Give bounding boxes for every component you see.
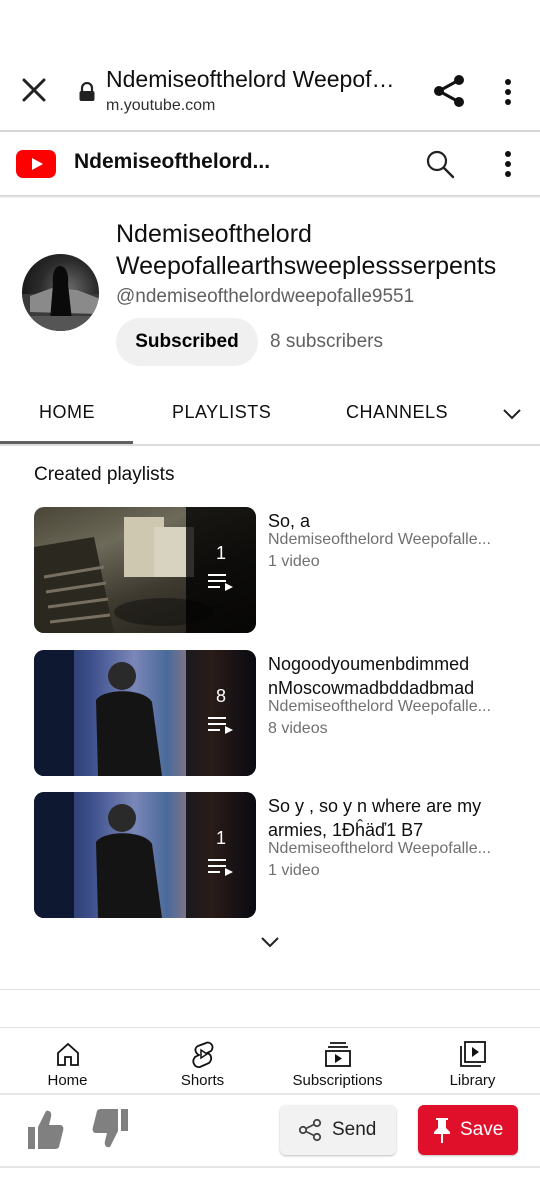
header-channel-title: Ndemiseofthelord... (74, 150, 271, 173)
playlist-count-overlay (186, 650, 256, 776)
playlist-thumbnail[interactable]: 1 (34, 792, 256, 918)
chevron-down-icon[interactable] (500, 402, 524, 426)
playlist-icon (208, 717, 233, 734)
save-button[interactable]: Save (418, 1105, 518, 1155)
playlist-title[interactable]: So y , so y n where are my armies, 1Ðĥäď… (268, 794, 508, 842)
avatar[interactable] (22, 254, 99, 331)
youtube-logo-icon[interactable] (16, 150, 56, 178)
subscriber-count: 8 subscribers (270, 331, 383, 352)
playlist-count-overlay (186, 792, 256, 918)
close-icon[interactable] (18, 74, 50, 106)
divider (0, 1166, 540, 1168)
avatar-image (22, 266, 99, 331)
more-vert-icon[interactable] (496, 148, 520, 180)
browser-toolbar: Ndemiseofthelord Weepofal... m.youtube.c… (0, 52, 540, 130)
playlist-channel: Ndemiseofthelord Weepofalle... (268, 840, 491, 857)
search-icon[interactable] (424, 148, 456, 180)
playlist-video-count: 1 (215, 828, 226, 848)
youtube-header: Ndemiseofthelord... (0, 132, 540, 196)
playlist-title[interactable]: Nogoodyoumenbdimmed nMoscowmadbddadbmad (268, 652, 508, 700)
playlist-item[interactable]: 1 So y , so y n where are my armies, 1Ðĥ… (34, 792, 514, 918)
playlist-item[interactable]: 8 Nogoodyoumenbdimmed nMoscowmadbddadbma… (34, 650, 514, 776)
playlist-thumbnail[interactable]: 8 (34, 650, 256, 776)
nav-home[interactable]: Home (0, 1028, 135, 1094)
shorts-icon (192, 1041, 214, 1068)
playlist-channel: Ndemiseofthelord Weepofalle... (268, 698, 491, 715)
nav-shorts[interactable]: Shorts (135, 1028, 270, 1094)
section-title: Created playlists (34, 464, 175, 485)
playlist-channel: Ndemiseofthelord Weepofalle... (268, 531, 491, 548)
pin-icon (434, 1118, 450, 1143)
nav-label: Home (47, 1072, 88, 1089)
share-icon (298, 1118, 322, 1142)
header-shadow (0, 195, 540, 198)
playlist-video-total: 1 video (268, 553, 320, 570)
playlist-video-count: 1 (215, 543, 226, 563)
playlist-video-count: 8 (215, 686, 226, 706)
thumbs-up-icon[interactable] (26, 1107, 64, 1151)
playlist-video-total: 8 videos (268, 720, 328, 737)
send-button[interactable]: Send (280, 1105, 396, 1155)
playlist-icon (208, 574, 233, 591)
playlist-video-total: 1 video (268, 862, 320, 879)
save-label: Save (460, 1119, 504, 1140)
channel-name: Ndemiseofthelord Weepofallearthsweepless… (116, 220, 497, 280)
page-title: Ndemiseofthelord Weepofal... (106, 66, 406, 92)
subscribed-button[interactable]: Subscribed (116, 318, 258, 366)
lock-icon (79, 82, 95, 101)
channel-handle: @ndemiseofthelordweepofalle9551 (116, 286, 415, 307)
share-icon[interactable] (430, 72, 468, 110)
nav-label: Library (449, 1072, 496, 1089)
tab-channels[interactable]: CHANNELS (346, 402, 448, 423)
nav-label: Subscriptions (292, 1072, 383, 1089)
divider (0, 444, 540, 446)
nav-library[interactable]: Library (405, 1028, 540, 1094)
playlist-title[interactable]: So, a (268, 509, 508, 533)
playlist-icon (208, 859, 233, 876)
subscriptions-icon (325, 1042, 351, 1067)
bottom-navigation: Home Shorts Subscriptions Library (0, 1027, 540, 1094)
chevron-down-icon[interactable] (258, 932, 282, 952)
channel-tabs: HOME PLAYLISTS CHANNELS (0, 384, 540, 444)
library-icon (460, 1041, 486, 1067)
divider (0, 989, 540, 990)
tab-playlists[interactable]: PLAYLISTS (172, 402, 271, 423)
playlist-item[interactable]: 1 So, a Ndemiseofthelord Weepofalle... 1… (34, 507, 514, 633)
nav-label: Shorts (180, 1072, 225, 1089)
more-vert-icon[interactable] (496, 76, 520, 108)
thumbs-down-icon[interactable] (92, 1107, 130, 1151)
playlist-count-overlay (186, 507, 256, 633)
nav-subscriptions[interactable]: Subscriptions (270, 1028, 405, 1094)
action-bar: Send Save (0, 1095, 540, 1167)
tab-home[interactable]: HOME (39, 402, 95, 423)
send-label: Send (332, 1119, 377, 1140)
playlist-thumbnail[interactable]: 1 (34, 507, 256, 633)
home-icon (57, 1042, 79, 1066)
url-text[interactable]: m.youtube.com (106, 97, 215, 115)
